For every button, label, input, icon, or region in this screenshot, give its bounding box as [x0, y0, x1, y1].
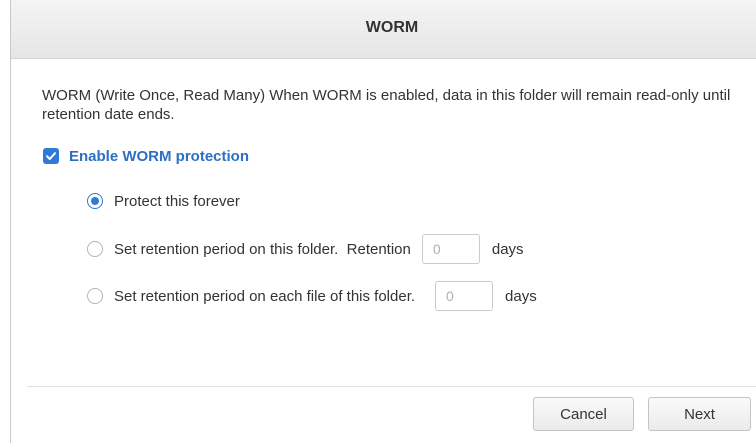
- days-unit-label: days: [505, 287, 537, 305]
- radio-unselected-icon[interactable]: [87, 288, 103, 304]
- worm-description: WORM (Write Once, Read Many) When WORM i…: [42, 87, 731, 123]
- radio-unselected-icon[interactable]: [87, 241, 103, 257]
- enable-worm-label[interactable]: Enable WORM protection: [69, 148, 249, 165]
- enable-worm-checkbox-row[interactable]: Enable WORM protection: [43, 147, 249, 165]
- option-label[interactable]: Set retention period on this folder. Ret…: [114, 241, 411, 258]
- next-button[interactable]: Next: [648, 397, 751, 431]
- cancel-button[interactable]: Cancel: [533, 397, 634, 431]
- checkmark-icon[interactable]: [43, 148, 59, 164]
- radio-selected-icon[interactable]: [87, 193, 103, 209]
- worm-dialog: WORM WORM (Write Once, Read Many) When W…: [10, 0, 756, 443]
- option-retention-each-file[interactable]: Set retention period on each file of thi…: [87, 280, 537, 312]
- dialog-title: WORM: [365, 19, 419, 36]
- option-retention-folder[interactable]: Set retention period on this folder. Ret…: [87, 233, 524, 265]
- option-label[interactable]: Protect this forever: [114, 193, 240, 210]
- option-protect-forever[interactable]: Protect this forever: [87, 191, 240, 211]
- folder-retention-days-input[interactable]: [421, 234, 480, 264]
- footer-divider: [27, 386, 756, 387]
- days-unit-label: days: [491, 240, 524, 258]
- file-retention-days-input[interactable]: [435, 281, 494, 311]
- option-label[interactable]: Set retention period on each file of thi…: [114, 288, 415, 305]
- dialog-titlebar: WORM: [11, 0, 756, 59]
